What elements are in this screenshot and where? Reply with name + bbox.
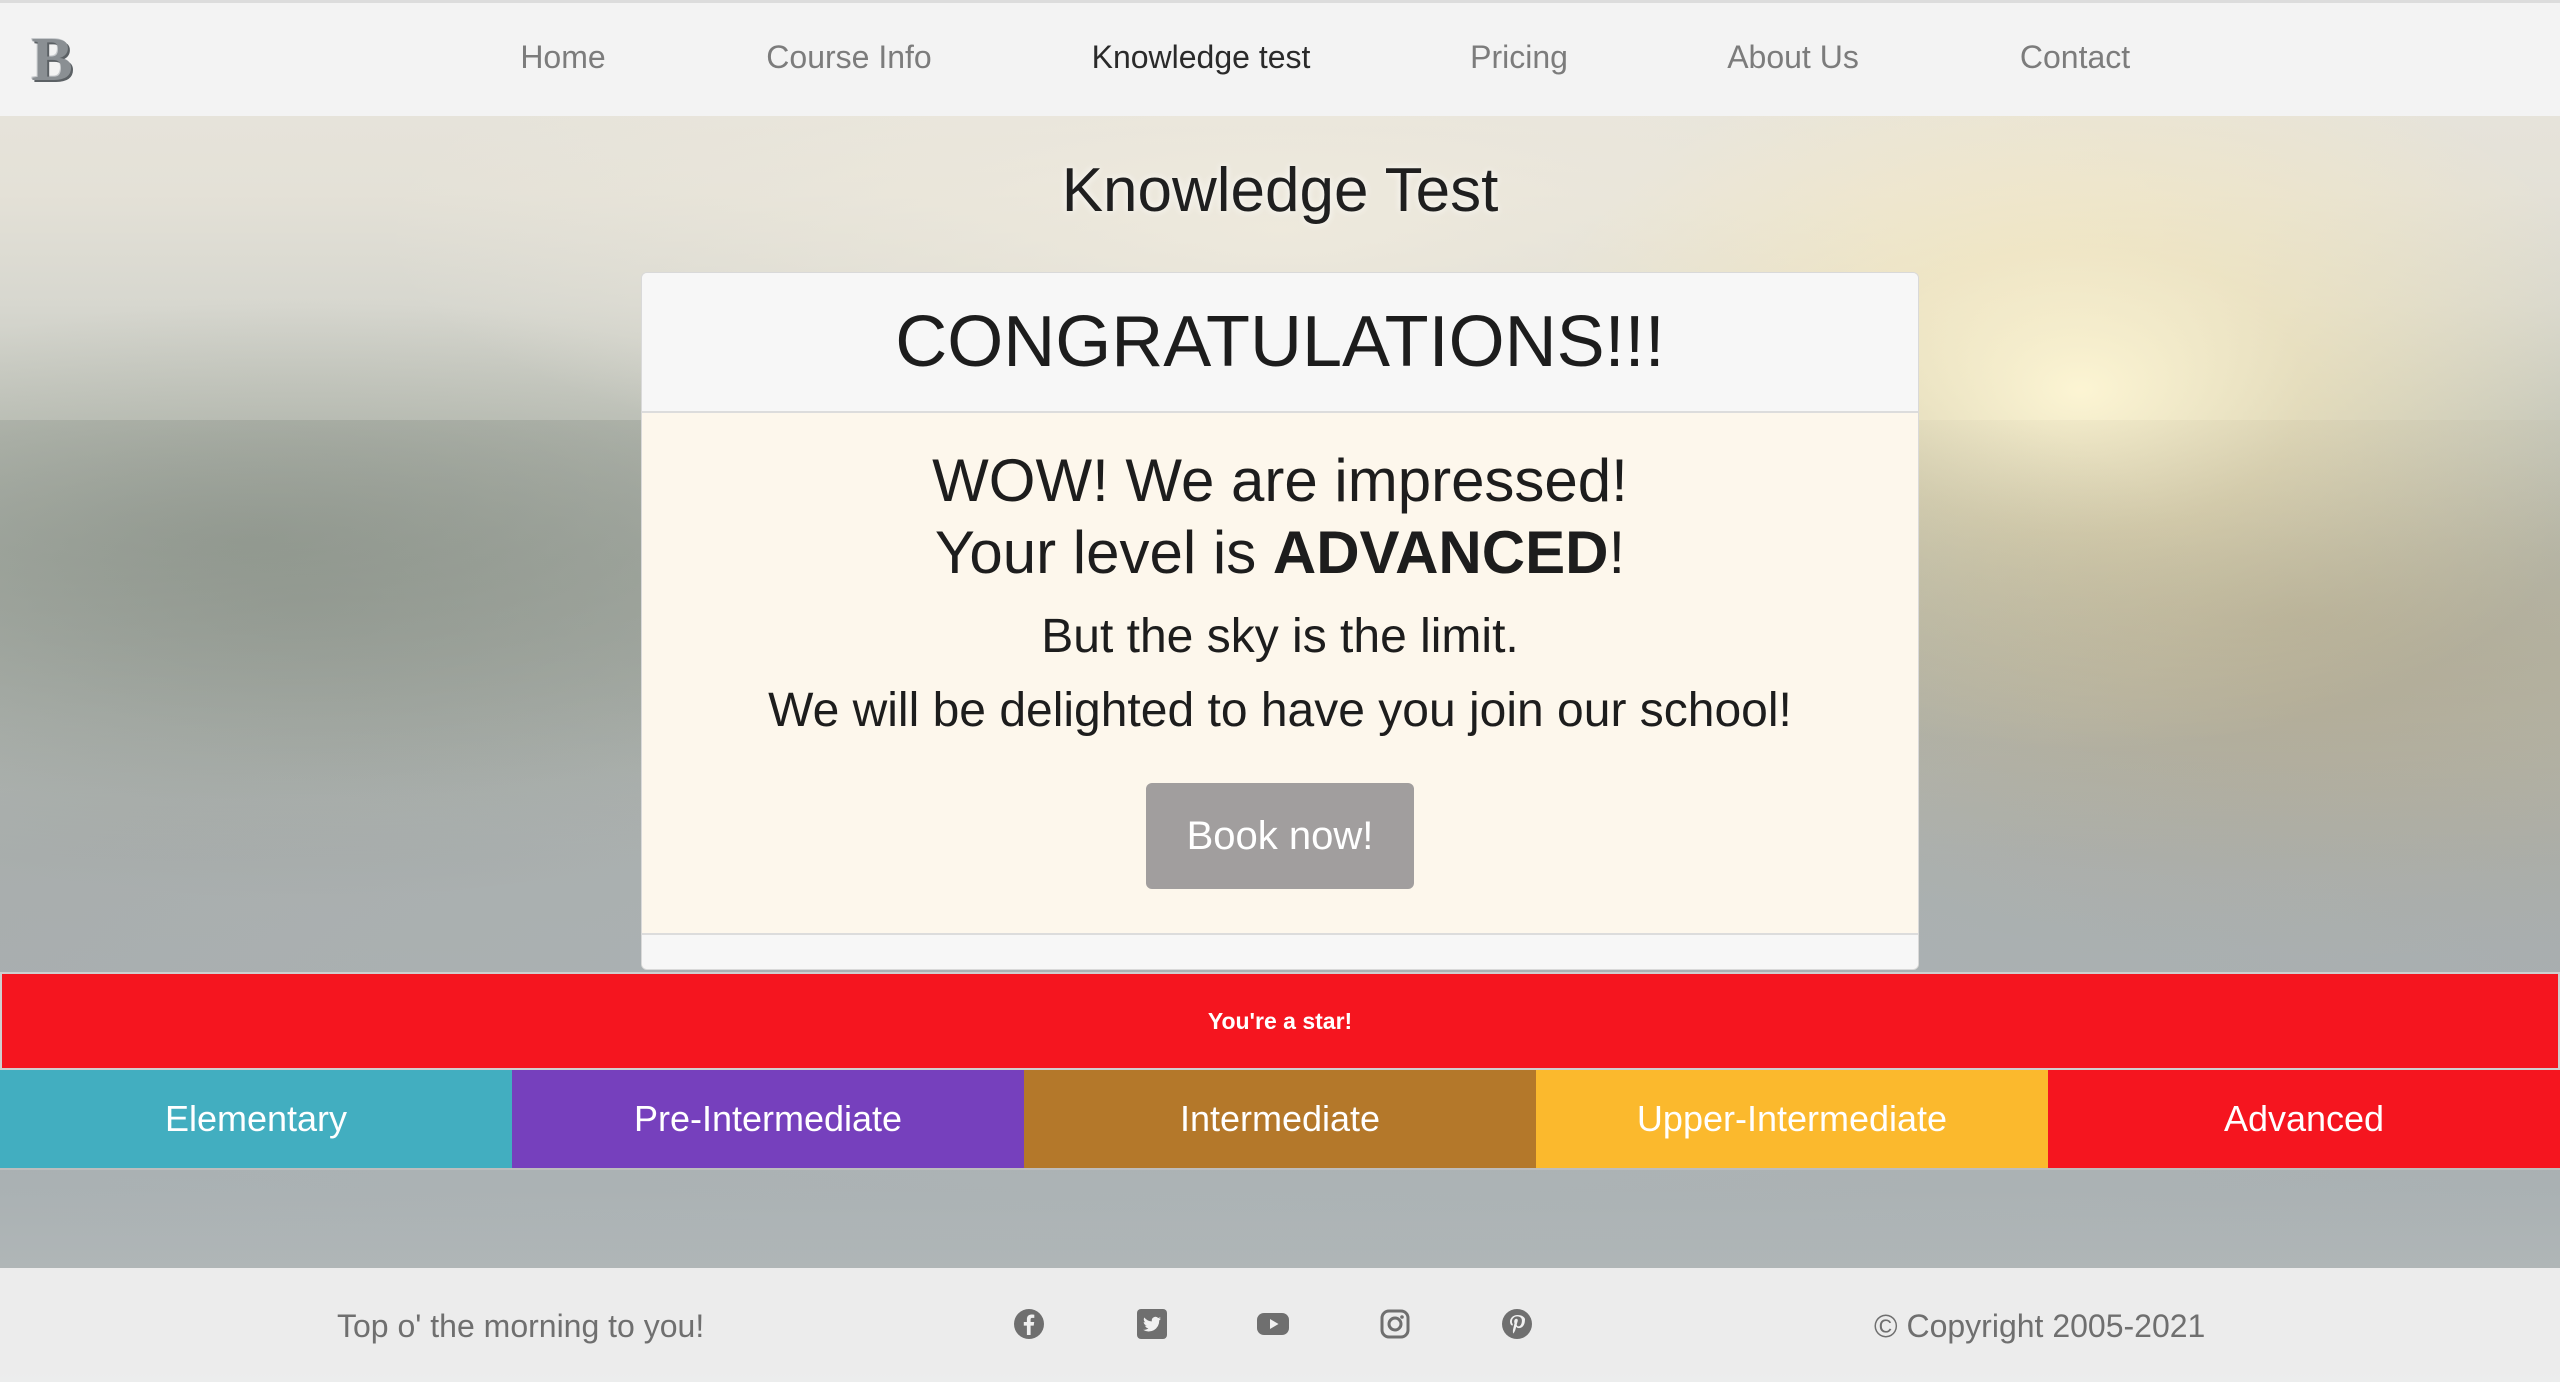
navbar: B Home Course Info Knowledge test Pricin… xyxy=(0,0,2560,116)
level-value: ADVANCED xyxy=(1272,519,1609,586)
page-title: Knowledge Test xyxy=(1061,156,1499,225)
result-card: CONGRATULATIONS!!! WOW! We are impressed… xyxy=(641,272,1919,970)
star-banner: You're a star! xyxy=(0,972,2560,1070)
nav-home[interactable]: Home xyxy=(520,39,605,76)
instagram-icon[interactable] xyxy=(1377,1306,1413,1342)
level-suffix: ! xyxy=(1608,519,1626,586)
nav-links: Home Course Info Knowledge test Pricing … xyxy=(0,3,2560,119)
book-now-button[interactable]: Book now! xyxy=(1146,783,1414,889)
youtube-icon[interactable] xyxy=(1255,1306,1291,1342)
join-school-text: We will be delighted to have you join ou… xyxy=(768,684,1792,737)
level-upper-intermediate[interactable]: Upper-Intermediate xyxy=(1536,1070,2048,1168)
level-intermediate[interactable]: Intermediate xyxy=(1024,1070,1536,1168)
level-prefix: Your level is xyxy=(934,519,1273,586)
footer-tagline: Top o' the morning to you! xyxy=(337,1308,705,1344)
nav-about-us[interactable]: About Us xyxy=(1727,39,1859,76)
result-card-footer xyxy=(642,933,1918,969)
level-bar: Elementary Pre-Intermediate Intermediate… xyxy=(0,1070,2560,1170)
facebook-icon[interactable] xyxy=(1011,1306,1047,1342)
twitter-icon[interactable] xyxy=(1134,1306,1170,1342)
result-card-header: CONGRATULATIONS!!! xyxy=(642,273,1918,413)
star-banner-text: You're a star! xyxy=(1207,1007,1353,1034)
pinterest-icon[interactable] xyxy=(1499,1306,1535,1342)
nav-pricing[interactable]: Pricing xyxy=(1470,39,1568,76)
footer-copyright: © Copyright 2005-2021 xyxy=(1874,1308,2206,1344)
impressed-text: WOW! We are impressed! xyxy=(932,447,1628,514)
result-card-body: WOW! We are impressed! Your level is ADV… xyxy=(642,445,1918,889)
level-text: Your level is ADVANCED! xyxy=(642,517,1918,589)
level-pre-intermediate[interactable]: Pre-Intermediate xyxy=(512,1070,1024,1168)
level-elementary[interactable]: Elementary xyxy=(0,1070,512,1168)
nav-course-info[interactable]: Course Info xyxy=(766,39,931,76)
nav-contact[interactable]: Contact xyxy=(2020,39,2130,76)
sky-limit-text: But the sky is the limit. xyxy=(1041,610,1519,663)
nav-knowledge-test[interactable]: Knowledge test xyxy=(1092,39,1311,76)
level-advanced[interactable]: Advanced xyxy=(2048,1070,2560,1168)
footer: Top o' the morning to you! © Copyright 2… xyxy=(0,1268,2560,1382)
